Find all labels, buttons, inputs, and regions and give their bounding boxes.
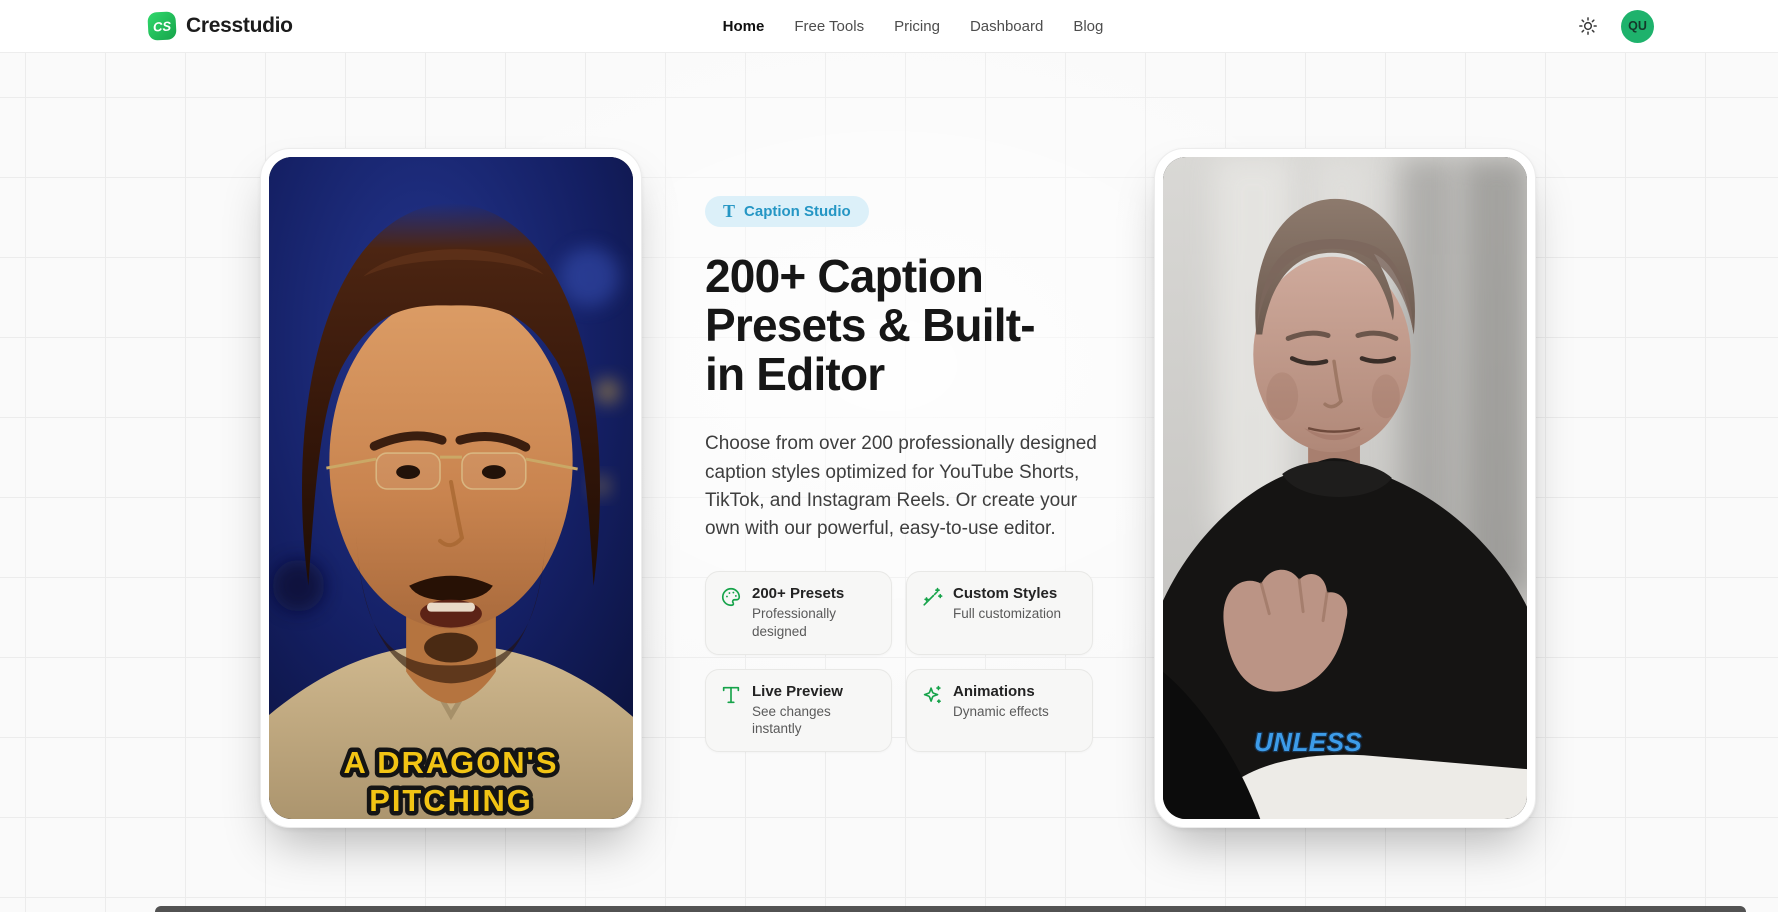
landing-page: CS Cresstudio Home Free Tools Pricing Da… <box>0 0 1778 912</box>
feature-card-live-preview: Live Preview See changes instantly <box>705 669 892 753</box>
feature-subtitle: See changes instantly <box>752 703 877 739</box>
headline-line-1: 200+ Caption <box>705 252 1107 301</box>
left-video-caption-line1: A DRAGON'S <box>344 745 559 780</box>
page-title: 200+ Caption Presets & Built- in Editor <box>705 252 1107 400</box>
sparkles-icon <box>921 684 943 706</box>
palette-icon <box>720 586 742 608</box>
talk-show-portrait: A DRAGON'S PITCHING <box>269 157 633 819</box>
badge-label: Caption Studio <box>744 203 851 220</box>
type-tool-icon: T <box>723 202 735 220</box>
nav-link-home[interactable]: Home <box>723 18 765 35</box>
user-avatar[interactable]: QU <box>1621 10 1654 43</box>
hero-section: T Caption Studio 200+ Caption Presets & … <box>705 196 1107 752</box>
demo-video-left[interactable]: A DRAGON'S PITCHING <box>260 148 642 828</box>
nav-link-pricing[interactable]: Pricing <box>894 18 940 35</box>
sun-icon <box>1578 16 1598 36</box>
video-screen-right: UNLESS <box>1163 157 1527 819</box>
feature-card-animations: Animations Dynamic effects <box>906 669 1093 753</box>
video-screen-left: A DRAGON'S PITCHING <box>269 157 633 819</box>
feature-title: 200+ Presets <box>752 585 877 602</box>
feature-subtitle: Full customization <box>953 605 1061 623</box>
feature-title: Animations <box>953 683 1049 700</box>
feature-card-presets: 200+ Presets Professionally designed <box>705 571 892 655</box>
nav-right-controls: QU <box>1577 0 1654 52</box>
feature-grid: 200+ Presets Professionally designed Cus… <box>705 571 1107 752</box>
brand-logo-icon: CS <box>147 11 176 40</box>
feature-card-custom-styles: Custom Styles Full customization <box>906 571 1093 655</box>
navbar: CS Cresstudio Home Free Tools Pricing Da… <box>0 0 1778 53</box>
brand-home-link[interactable]: CS Cresstudio <box>148 0 293 52</box>
type-tool-icon <box>720 684 742 706</box>
right-video-caption: UNLESS <box>1254 729 1362 757</box>
brand-name: Cresstudio <box>186 14 293 38</box>
headline-line-2: Presets & Built- <box>705 301 1107 350</box>
nav-link-dashboard[interactable]: Dashboard <box>970 18 1043 35</box>
next-section-peek <box>155 906 1746 912</box>
nav-links: Home Free Tools Pricing Dashboard Blog <box>723 0 1104 52</box>
nav-link-free-tools[interactable]: Free Tools <box>794 18 864 35</box>
magic-wand-icon <box>921 586 943 608</box>
left-video-caption-line2: PITCHING <box>369 783 533 818</box>
feature-subtitle: Dynamic effects <box>953 703 1049 721</box>
headline-line-3: in Editor <box>705 350 1107 399</box>
caption-studio-badge: T Caption Studio <box>705 196 869 227</box>
feature-title: Custom Styles <box>953 585 1061 602</box>
demo-video-right[interactable]: UNLESS <box>1154 148 1536 828</box>
feature-subtitle: Professionally designed <box>752 605 877 641</box>
nav-link-blog[interactable]: Blog <box>1073 18 1103 35</box>
theme-toggle-button[interactable] <box>1577 15 1599 37</box>
interview-portrait: UNLESS <box>1163 157 1527 819</box>
feature-title: Live Preview <box>752 683 877 700</box>
hero-description: Choose from over 200 professionally desi… <box>705 430 1115 542</box>
